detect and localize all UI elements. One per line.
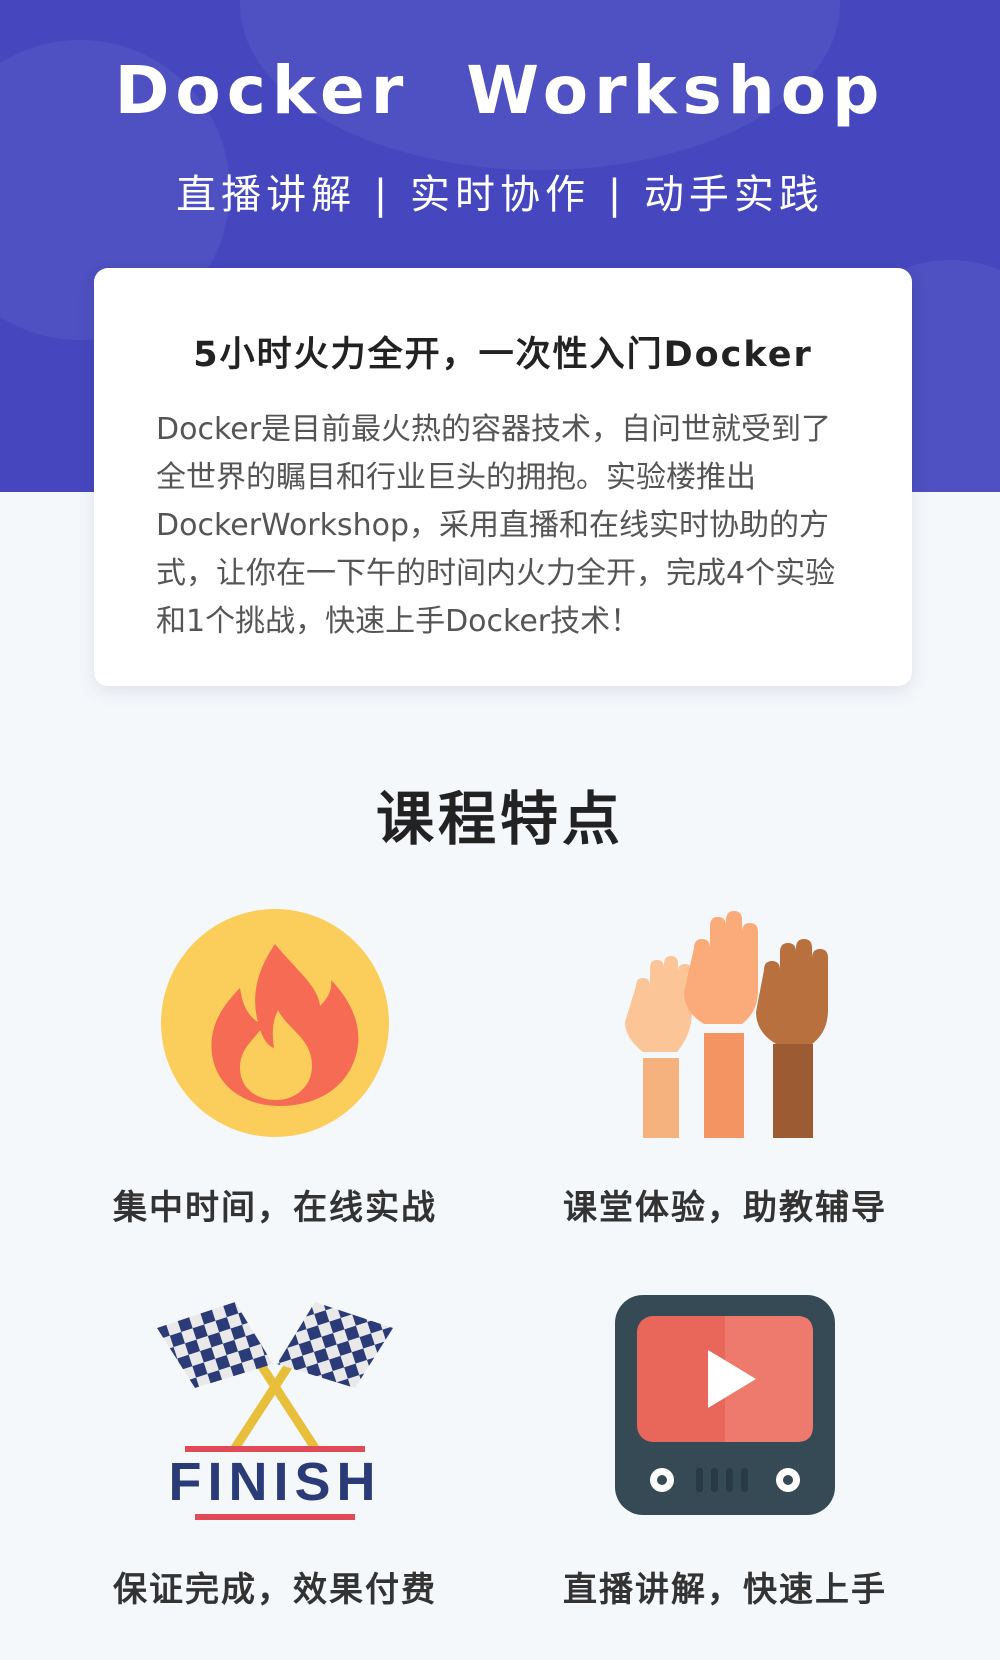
raised-hands-icon bbox=[625, 911, 828, 1138]
feature-label: 直播讲解，快速上手 bbox=[563, 1570, 887, 1610]
intro-card-body: Docker是目前最火热的容器技术，自问世就受到了全世界的瞩目和行业巨头的拥抱。… bbox=[156, 412, 836, 639]
intro-card-title: 5小时火力全开，一次性入门Docker bbox=[193, 335, 813, 375]
finish-badge-text: FINISH bbox=[168, 1452, 381, 1512]
page-title: Docker Workshop bbox=[114, 52, 886, 129]
fire-icon bbox=[161, 909, 389, 1137]
intro-card: 5小时火力全开，一次性入门Docker Docker是目前最火热的容器技术，自问… bbox=[94, 268, 912, 686]
feature-label: 集中时间，在线实战 bbox=[113, 1188, 437, 1228]
features-section-title: 课程特点 bbox=[375, 785, 624, 853]
page-subtitle: 直播讲解 | 实时协作 | 动手实践 bbox=[176, 172, 824, 218]
feature-label: 保证完成，效果付费 bbox=[113, 1570, 437, 1610]
video-play-icon bbox=[615, 1295, 835, 1515]
feature-label: 课堂体验，助教辅导 bbox=[563, 1188, 887, 1228]
finish-flags-icon: FINISH bbox=[157, 1302, 393, 1520]
